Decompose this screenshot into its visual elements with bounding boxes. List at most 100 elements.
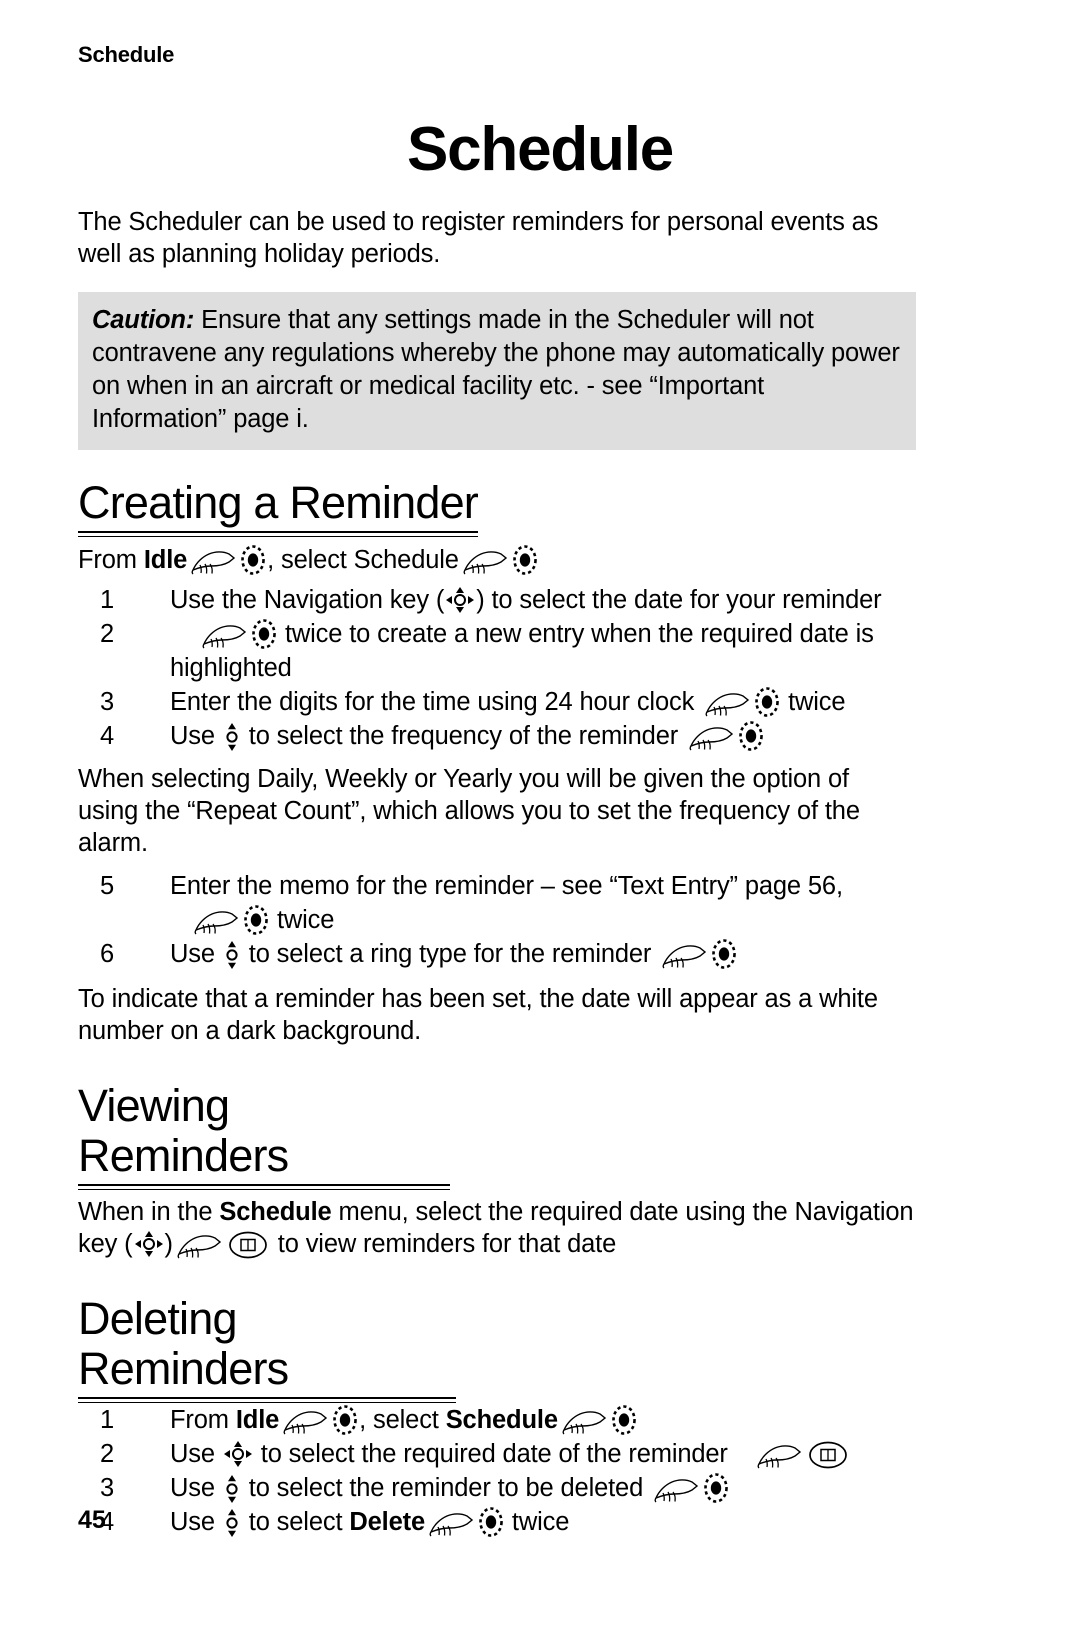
step-text-part: Use <box>170 1440 222 1468</box>
caution-box: Caution: Ensure that any settings made i… <box>78 292 916 450</box>
step-bold-schedule: Schedule <box>445 1406 558 1434</box>
step-text: Use the Navigation key ( ) to select the … <box>170 583 916 617</box>
hand-pointer-icon <box>193 909 239 935</box>
select-key-icon <box>513 545 537 575</box>
deleting-steps-list: 1 From Idle , select Schedule 2 Use to se… <box>78 1403 916 1539</box>
step-number: 2 <box>100 620 115 648</box>
nav-4way-icon <box>134 1230 164 1258</box>
viewing-body: When in the Schedule menu, select the re… <box>78 1196 916 1260</box>
hand-pointer-icon <box>688 725 734 751</box>
select-key-icon <box>755 687 779 717</box>
step-text-part: to select the reminder to be deleted <box>241 1474 651 1502</box>
select-key-icon <box>712 939 737 969</box>
step-item: 3 Enter the digits for the time using 24… <box>78 685 916 719</box>
step-item: 5 Enter the memo for the reminder – see … <box>78 869 916 937</box>
creating-closing-paragraph: To indicate that a reminder has been set… <box>78 985 878 1045</box>
step-text: From Idle , select Schedule <box>170 1403 916 1437</box>
step-text-part: to select a ring type for the reminder <box>241 940 659 968</box>
nav-4way-icon <box>445 586 475 614</box>
hand-pointer-icon <box>201 623 247 649</box>
step-item: 3 Use to select the reminder to be delet… <box>78 1471 916 1505</box>
step-text-part: Use <box>170 1508 222 1536</box>
step-number: 1 <box>100 586 115 614</box>
viewing-text-part: to view reminders for that date <box>277 1230 617 1258</box>
caution-text: Caution: Ensure that any settings made i… <box>92 304 902 436</box>
step-text-part: to select <box>241 1508 350 1536</box>
step-item: 1 From Idle , select Schedule <box>78 1403 916 1437</box>
nav-updown-icon <box>224 1508 240 1538</box>
select-key-icon <box>612 1405 636 1435</box>
step-number: 3 <box>100 1474 115 1502</box>
step-text: Enter the digits for the time using 24 h… <box>170 685 916 719</box>
running-header: Schedule <box>78 42 175 67</box>
section-creating-a-reminder: Creating a Reminder From Idle , select Sc… <box>78 478 916 1047</box>
step-number: 4 <box>100 722 115 750</box>
step-text-part: , select <box>359 1406 446 1434</box>
page-title: Schedule <box>406 115 674 184</box>
content-column: The Scheduler can be used to register re… <box>78 206 916 1539</box>
hand-pointer-icon <box>756 1443 802 1469</box>
step-number: 1 <box>100 1406 115 1434</box>
step-text: Use to select a ring type for the remind… <box>170 937 916 971</box>
manual-page: Schedule Schedule The Scheduler can be u… <box>0 0 1080 1632</box>
lead-select-schedule: , select Schedule <box>267 546 459 574</box>
step-number: 2 <box>100 1440 115 1468</box>
nav-updown-icon <box>224 940 240 970</box>
step-text: Use to select the reminder to be deleted <box>170 1471 916 1505</box>
step-item: 4 Use to select the frequency of the rem… <box>78 719 916 753</box>
step-item: 2 twice to create a new entry when the r… <box>78 617 916 685</box>
step-text-part: Enter the memo for the reminder – see “T… <box>170 872 843 900</box>
step-item: 1 Use the Navigation key ( ) to select th… <box>78 583 916 617</box>
select-key-icon <box>333 1405 357 1435</box>
step-text: Use to select Delete twice <box>170 1505 916 1539</box>
nav-4way-icon <box>223 1440 253 1468</box>
step-bold-idle: Idle <box>235 1406 280 1434</box>
softkey-menu-icon <box>808 1441 848 1469</box>
section-deleting-reminders: Deleting Reminders 1 From Idle , select S… <box>78 1294 916 1539</box>
nav-updown-icon <box>224 1474 240 1504</box>
hand-pointer-icon <box>704 691 750 717</box>
step-item: 4 Use to select Delete twice <box>78 1505 916 1539</box>
select-key-icon <box>241 545 265 575</box>
step-text-part: Use the Navigation key ( <box>170 586 445 614</box>
step-text-part: ) to select the date for your reminder <box>476 586 882 614</box>
creating-note-paragraph: When selecting Daily, Weekly or Yearly y… <box>78 765 860 857</box>
select-key-icon <box>244 905 268 935</box>
step-text-part: Use <box>170 1474 222 1502</box>
step-item: 6 Use to select a ring type for the remi… <box>78 937 916 971</box>
step-number: 5 <box>100 872 115 900</box>
viewing-text-part: When in the <box>78 1198 220 1226</box>
caution-label: Caution: <box>92 306 195 334</box>
creating-steps-list-2: 5 Enter the memo for the reminder – see … <box>78 869 916 971</box>
page-number: 45 <box>78 1506 106 1534</box>
step-text-part: twice <box>511 1508 570 1536</box>
step-text-part: Enter the digits for the time using 24 h… <box>170 688 702 716</box>
step-text-part: to select the required date of the remin… <box>253 1440 735 1468</box>
step-item: 2 Use to select the required date of the… <box>78 1437 916 1471</box>
step-text-part: twice <box>276 906 335 934</box>
hand-pointer-icon <box>190 549 236 575</box>
step-text-part: to select the frequency of the reminder <box>241 722 686 750</box>
hand-pointer-icon <box>462 549 508 575</box>
hand-pointer-icon <box>661 943 707 969</box>
hand-pointer-icon <box>428 1511 474 1537</box>
nav-updown-icon <box>224 722 240 752</box>
section-heading-deleting: Deleting Reminders <box>78 1294 456 1403</box>
section-viewing-reminders: Viewing Reminders When in the Schedule m… <box>78 1081 916 1260</box>
step-number: 6 <box>100 940 115 968</box>
hand-pointer-icon <box>653 1477 699 1503</box>
lead-from: From <box>78 546 144 574</box>
step-text: Use to select the required date of the r… <box>170 1437 916 1471</box>
lead-idle: Idle <box>143 546 188 574</box>
step-bold-delete: Delete <box>349 1508 425 1536</box>
select-key-icon <box>704 1473 728 1503</box>
step-text-part: From <box>170 1406 236 1434</box>
step-text: Use to select the frequency of the remin… <box>170 719 916 753</box>
hand-pointer-icon <box>282 1409 328 1435</box>
step-text-part: twice <box>788 688 846 716</box>
select-key-icon <box>739 721 763 751</box>
step-text-part: Use <box>170 940 222 968</box>
step-text-part: Use <box>170 722 222 750</box>
creating-steps-list: 1 Use the Navigation key ( ) to select th… <box>78 583 916 753</box>
hand-pointer-icon <box>561 1409 607 1435</box>
